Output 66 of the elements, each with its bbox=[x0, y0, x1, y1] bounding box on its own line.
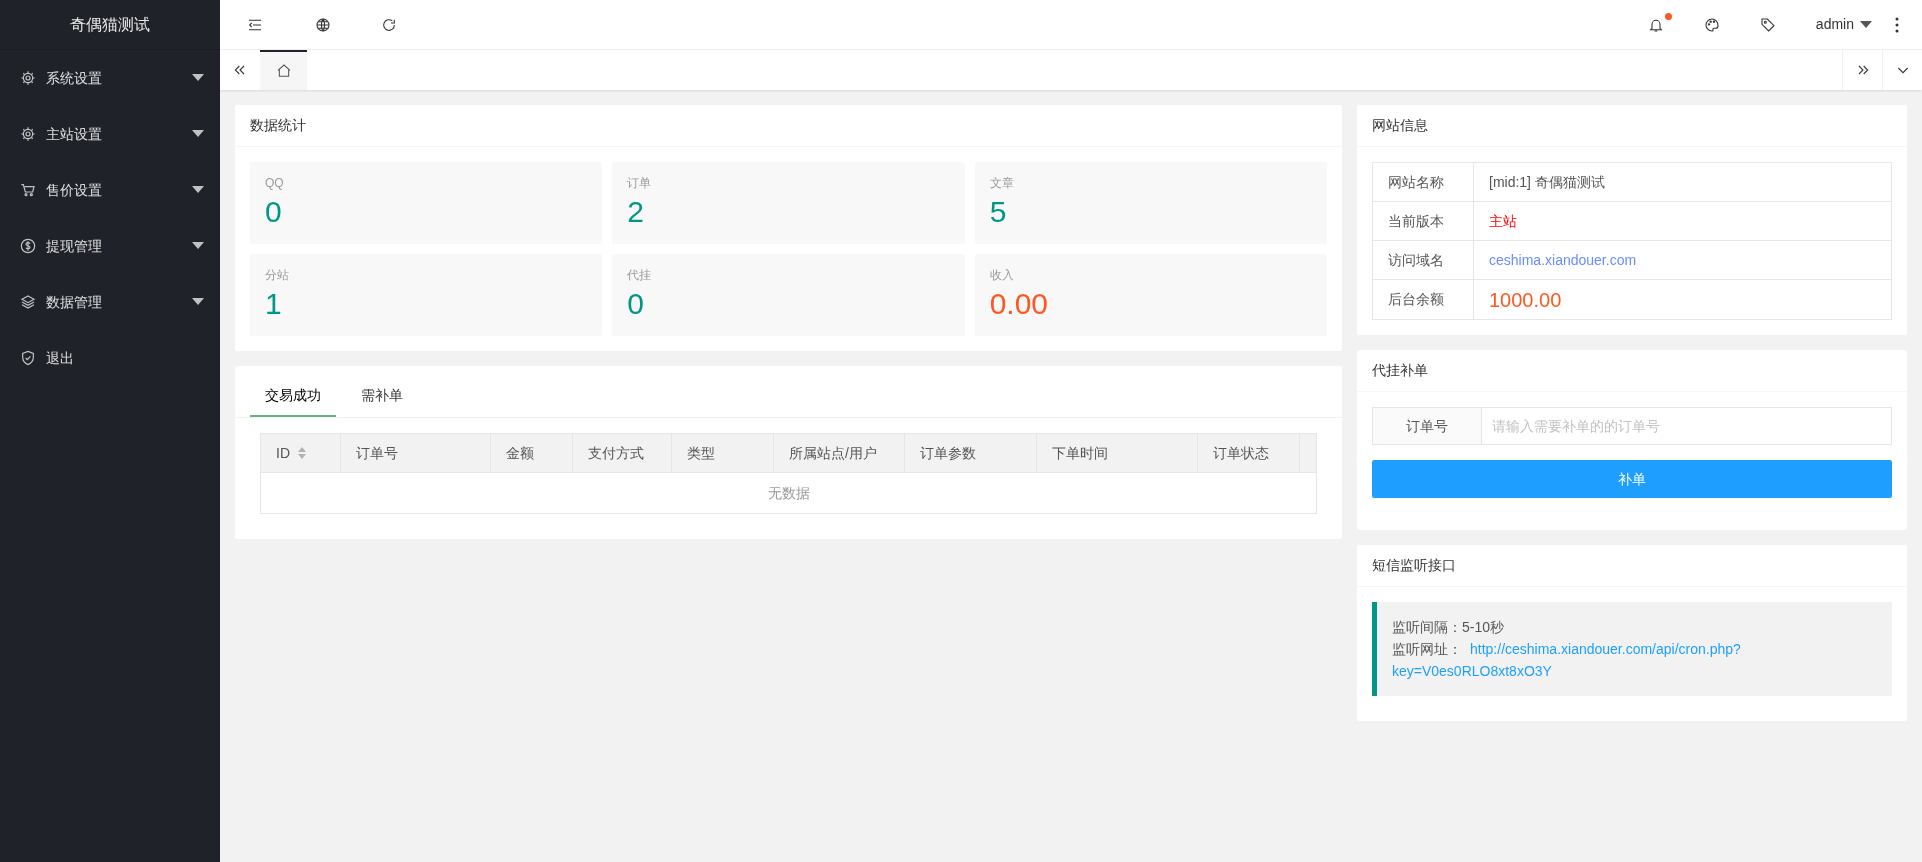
palette-icon[interactable] bbox=[1703, 16, 1720, 33]
info-label: 网站名称 bbox=[1388, 172, 1444, 192]
gear-icon bbox=[20, 70, 36, 86]
home-icon bbox=[275, 63, 292, 79]
card-title: 代挂补单 bbox=[1372, 361, 1428, 380]
user-menu[interactable]: admin bbox=[1815, 14, 1872, 35]
info-value: 1000.00 bbox=[1489, 287, 1562, 313]
caret-icon bbox=[1860, 20, 1872, 29]
column-header[interactable]: 所属站点/用户 bbox=[774, 434, 905, 472]
sidebar-item[interactable]: 提现管理 bbox=[0, 218, 220, 274]
column-header[interactable]: 订单状态 bbox=[1198, 434, 1300, 472]
stat-value: 1 bbox=[265, 286, 282, 322]
caret-icon bbox=[192, 130, 204, 138]
info-label: 访问域名 bbox=[1388, 250, 1444, 270]
refresh-icon[interactable] bbox=[381, 16, 397, 33]
cart-icon bbox=[20, 182, 36, 198]
stat-label: 分站 bbox=[265, 267, 289, 284]
interval-text: 监听间隔：5-10秒 bbox=[1392, 619, 1505, 635]
home-tab[interactable] bbox=[260, 50, 307, 90]
caret-icon bbox=[192, 242, 204, 250]
info-value: 主站 bbox=[1489, 211, 1517, 231]
caret-icon bbox=[192, 74, 204, 82]
gear-icon bbox=[20, 126, 36, 142]
info-label: 后台余额 bbox=[1388, 290, 1444, 309]
stat-label: QQ bbox=[265, 175, 284, 192]
stat-value: 0 bbox=[627, 286, 644, 322]
stat-label: 代挂 bbox=[627, 267, 652, 284]
column-header[interactable]: 订单参数 bbox=[905, 434, 1037, 472]
sidebar-item[interactable]: 售价设置 bbox=[0, 162, 220, 218]
tag-icon[interactable] bbox=[1759, 16, 1776, 33]
stat-value: 0 bbox=[265, 194, 282, 230]
column-header[interactable]: 类型 bbox=[672, 434, 774, 472]
sidebar-item[interactable]: 系统设置 bbox=[0, 50, 220, 106]
column-header[interactable]: 支付方式 bbox=[573, 434, 672, 472]
column-header[interactable]: 金额 bbox=[491, 434, 573, 472]
card-title: 数据统计 bbox=[250, 116, 306, 135]
field-label: 订单号 bbox=[1372, 407, 1482, 445]
sidebar-item[interactable]: 主站设置 bbox=[0, 106, 220, 162]
stat-value: 5 bbox=[989, 194, 1007, 230]
card-title: 短信监听接口 bbox=[1372, 556, 1456, 575]
stat-value: 2 bbox=[627, 194, 644, 230]
info-label: 当前版本 bbox=[1388, 211, 1444, 231]
order-number-field[interactable]: 请输入需要补单的的订单号 bbox=[1482, 407, 1892, 445]
info-value: [mid:1] 奇偶猫测试 bbox=[1489, 172, 1605, 192]
column-header[interactable]: ID bbox=[261, 434, 341, 472]
stat-label: 订单 bbox=[627, 175, 652, 192]
globe-icon[interactable] bbox=[315, 16, 331, 33]
caret-icon bbox=[192, 186, 204, 194]
caret-icon bbox=[192, 298, 204, 306]
more-icon[interactable] bbox=[1895, 16, 1899, 33]
column-header[interactable]: 下单时间 bbox=[1037, 434, 1198, 472]
sidebar-item[interactable]: 退出 bbox=[0, 330, 220, 386]
column-header[interactable]: 订单号 bbox=[341, 434, 491, 472]
sidebar-item[interactable]: 数据管理 bbox=[0, 274, 220, 330]
empty-message: 无数据 bbox=[767, 483, 810, 503]
stat-label: 文章 bbox=[989, 175, 1014, 192]
dollar-icon bbox=[20, 238, 36, 254]
tab[interactable]: 需补单 bbox=[346, 376, 418, 417]
tab[interactable]: 交易成功 bbox=[250, 376, 336, 417]
site-title: 奇偶猫测试 bbox=[70, 14, 150, 35]
url-label: 监听网址： bbox=[1392, 640, 1462, 659]
layers-icon bbox=[20, 294, 36, 310]
stat-value: 0.00 bbox=[989, 286, 1049, 322]
shield-icon bbox=[20, 350, 36, 366]
stat-label: 收入 bbox=[989, 267, 1014, 284]
card-title: 网站信息 bbox=[1372, 116, 1428, 135]
